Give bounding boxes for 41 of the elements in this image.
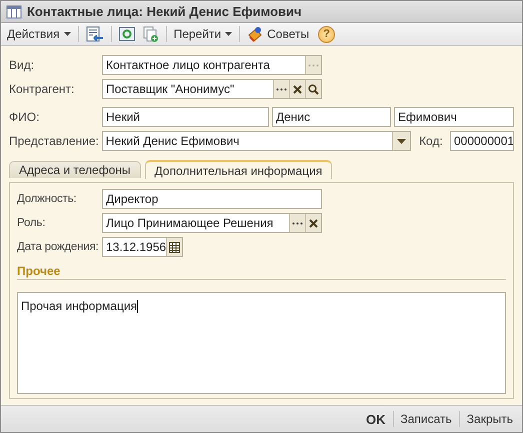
tips-button[interactable]: Советы [244, 24, 312, 44]
ellipsis-icon [308, 64, 319, 66]
window-title: Контактные лица: Некий Денис Ефимович [27, 4, 302, 19]
tab[interactable]: Дополнительная информация [144, 160, 332, 179]
position-field[interactable]: Директор [102, 189, 322, 209]
section-heading: Прочее [17, 264, 62, 278]
field-label: Роль: [17, 217, 46, 229]
field-label: Вид: [9, 58, 36, 72]
dialog-button[interactable]: Закрыть [464, 410, 516, 428]
name-field[interactable]: Денис [272, 107, 391, 127]
calendar-icon [169, 242, 180, 252]
table-icon [6, 4, 22, 18]
field-label: Должность: [17, 193, 78, 205]
ellipsis-icon [276, 88, 287, 90]
field-label: Контрагент: [9, 82, 76, 96]
dropdown-arrow-icon [397, 138, 406, 144]
field-label: Код: [419, 134, 444, 148]
dialog-button[interactable]: OK [363, 410, 388, 428]
tab[interactable]: Адреса и телефоны [9, 161, 141, 178]
name-field[interactable]: Ефимович [394, 107, 514, 127]
search-icon [308, 84, 319, 94]
text-area[interactable]: Прочая информация [17, 292, 506, 394]
type-field[interactable]: Контактное лицо контрагента [102, 55, 322, 75]
date-field[interactable]: 13.12.1956 [102, 237, 183, 257]
ellipsis-icon [292, 222, 303, 224]
close-icon [309, 218, 318, 228]
presentation-dropdown[interactable]: Некий Денис Ефимович [102, 131, 412, 151]
field-label: Представление: [9, 134, 100, 148]
actions-menu[interactable]: Действия [4, 25, 74, 43]
book-icon [247, 26, 264, 42]
dialog-button[interactable]: Записать [398, 410, 455, 428]
close-icon [293, 84, 302, 94]
caret-icon [64, 32, 71, 36]
role-field[interactable]: Лицо Принимающее Решения [102, 213, 322, 233]
counterparty-field[interactable]: Поставщик "Анонимус" [102, 79, 322, 99]
field-label: Дата рождения: [17, 241, 100, 253]
caret-icon [225, 32, 232, 36]
help-button[interactable]: ? [318, 26, 336, 42]
field-label: ФИО: [9, 110, 40, 124]
go-to-menu[interactable]: Перейти [170, 25, 236, 43]
name-field[interactable]: Некий [102, 107, 269, 127]
